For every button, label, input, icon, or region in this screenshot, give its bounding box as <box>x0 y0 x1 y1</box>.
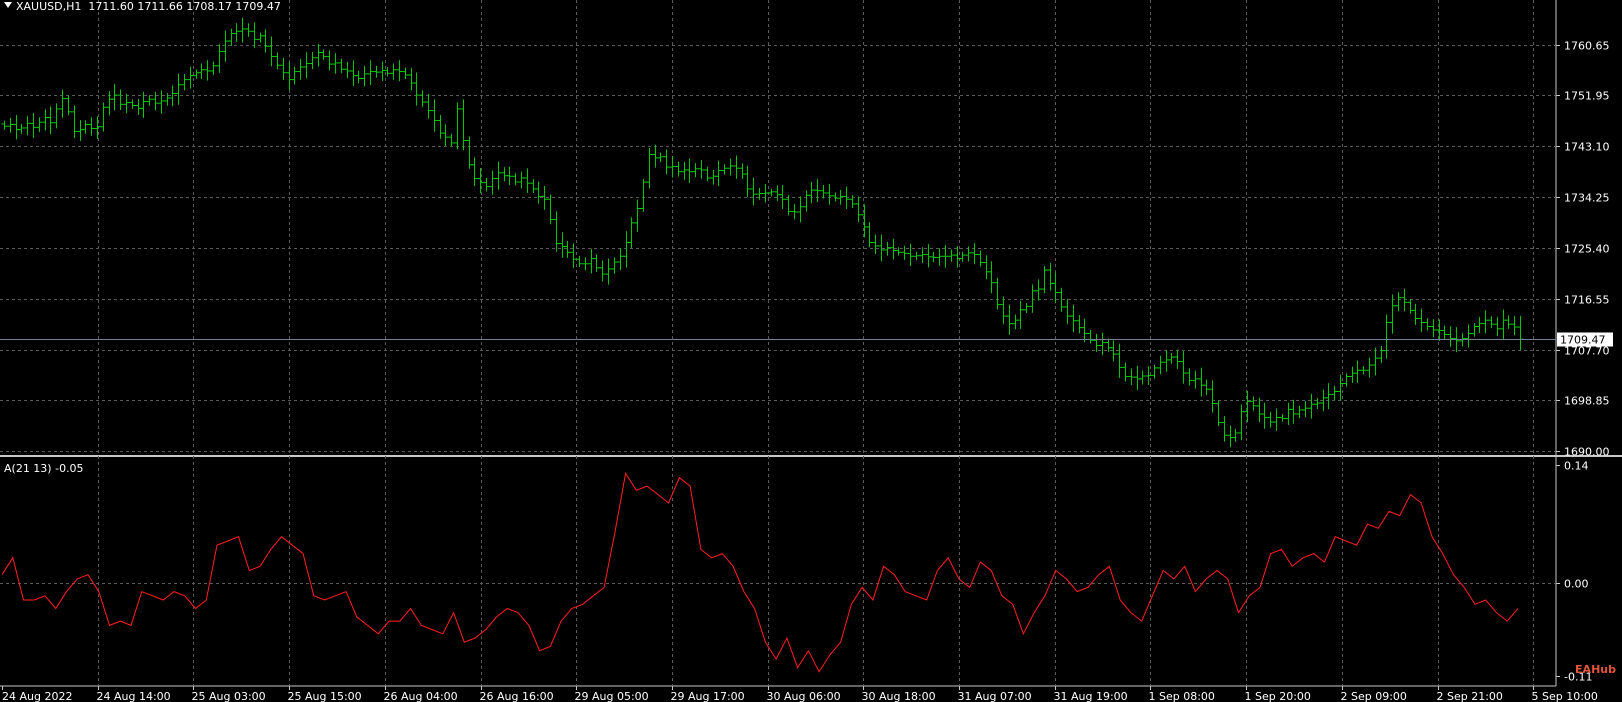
time-tick-label: 25 Aug 15:00 <box>288 690 362 702</box>
price-tick-label: 1743.10 <box>1564 141 1610 154</box>
time-tick-label: 25 Aug 03:00 <box>192 690 266 702</box>
indicator-tick-label: 0.14 <box>1564 460 1589 473</box>
time-tick-label: 29 Aug 05:00 <box>575 690 649 702</box>
time-tick-label: 26 Aug 16:00 <box>480 690 554 702</box>
price-tick-label: 1760.65 <box>1564 40 1610 53</box>
time-tick-label: 29 Aug 17:00 <box>671 690 745 702</box>
indicator-label: A(21 13) -0.05 <box>4 462 84 475</box>
price-tick-label: 1725.40 <box>1564 243 1610 256</box>
time-tick-label: 24 Aug 14:00 <box>97 690 171 702</box>
time-tick-label: 26 Aug 04:00 <box>384 690 458 702</box>
symbol-label: XAUUSD,H1 <box>16 0 82 13</box>
ohlc-values: 1711.60 1711.66 1708.17 1709.47 <box>88 0 281 13</box>
watermark-logo: EAHub <box>1575 663 1616 676</box>
price-tick-label: 1734.25 <box>1564 192 1610 205</box>
time-tick-label: 1 Sep 20:00 <box>1245 690 1311 702</box>
dropdown-triangle-icon[interactable] <box>4 2 12 8</box>
time-tick-label: 31 Aug 07:00 <box>958 690 1032 702</box>
price-tick-label: 1716.55 <box>1564 294 1610 307</box>
chart-canvas[interactable]: 1760.65 1751.95 1743.10 1734.25 1725.40 1716.… <box>0 0 1622 702</box>
time-tick-label: 2 Sep 21:00 <box>1437 690 1503 702</box>
current-price-label: 1709.47 <box>1560 334 1606 347</box>
time-tick-label: 1 Sep 08:00 <box>1149 690 1215 702</box>
time-tick-label: 30 Aug 18:00 <box>862 690 936 702</box>
time-tick-label: 31 Aug 19:00 <box>1054 690 1128 702</box>
chart-header: XAUUSD,H1 1711.60 1711.66 1708.17 1709.4… <box>4 0 281 13</box>
indicator-tick-label: 0.00 <box>1564 578 1589 591</box>
time-tick-label: 30 Aug 06:00 <box>767 690 841 702</box>
time-tick-label: 24 Aug 2022 <box>2 690 72 702</box>
price-tick-label: 1698.85 <box>1564 395 1610 408</box>
price-tick-label: 1751.95 <box>1564 90 1610 103</box>
time-tick-label: 2 Sep 09:00 <box>1341 690 1407 702</box>
price-tick-label: 1690.00 <box>1564 446 1610 459</box>
time-tick-label: 5 Sep 10:00 <box>1532 690 1598 702</box>
